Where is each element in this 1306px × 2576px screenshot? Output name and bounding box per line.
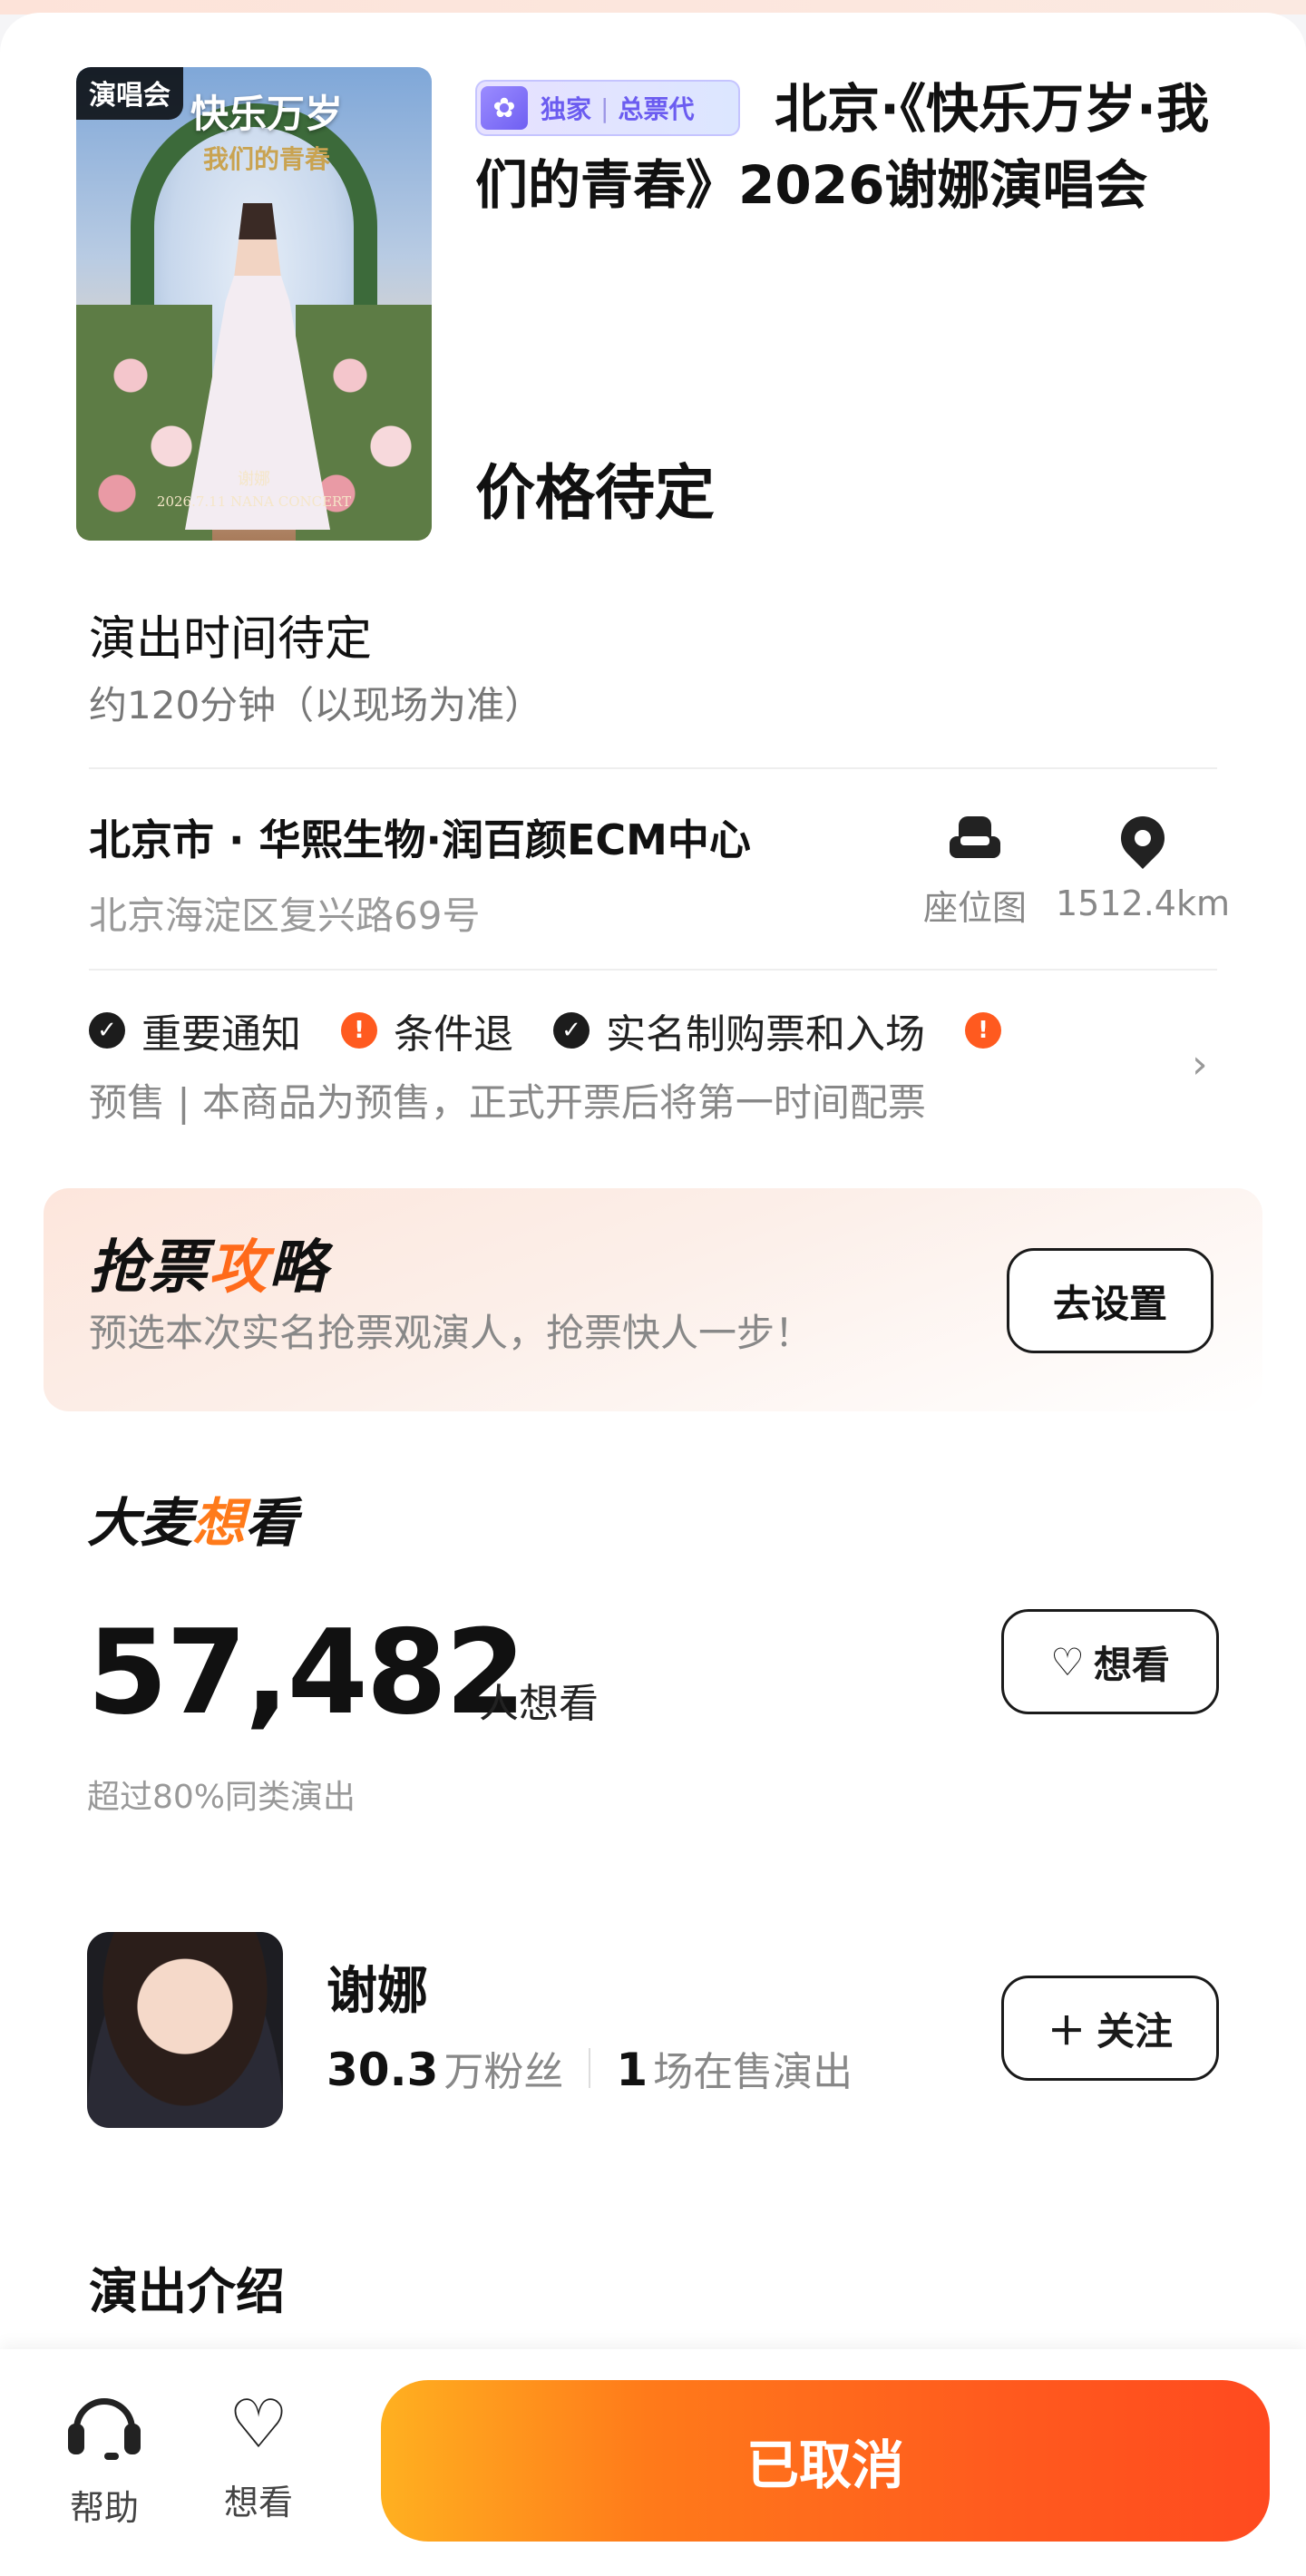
warning-circle-icon: !	[341, 1012, 377, 1049]
show-duration: 约120分钟（以现场为准）	[89, 683, 543, 727]
want-logo-highlight: 想	[192, 1492, 246, 1554]
distance-label: 1512.4km	[1056, 883, 1230, 923]
guide-title-highlight: 攻	[209, 1234, 268, 1302]
help-button[interactable]: 帮助	[54, 2398, 154, 2530]
go-settings-button[interactable]: 去设置	[1007, 1248, 1213, 1353]
guide-title-suffix: 略	[268, 1234, 328, 1302]
notice-item-important: ✓ 重要通知	[89, 1001, 301, 1059]
shows-count: 1	[616, 2044, 648, 2096]
warning-circle-icon: !	[965, 1012, 1001, 1049]
poster-artist: 谢娜	[238, 470, 270, 489]
want-note: 超过80%同类演出	[87, 1779, 356, 1816]
venue-address[interactable]: 北京海淀区复兴路69号	[89, 885, 480, 941]
heart-plus-icon: ♡	[1050, 1639, 1085, 1684]
check-circle-icon: ✓	[89, 1012, 125, 1049]
seat-map-label: 座位图	[922, 888, 1027, 928]
notice-row[interactable]: ✓ 重要通知 ! 条件退 ✓ 实名制购票和入场 !	[89, 1005, 1018, 1058]
seat-map-button[interactable]: 座位图	[916, 816, 1034, 930]
help-label: 帮助	[69, 2488, 139, 2528]
notice-item-refund: ! 条件退	[341, 1001, 513, 1059]
exclusive-badge: ✿ 独家 | 总票代	[475, 80, 740, 136]
badge-exclusive-label: 独家	[541, 94, 592, 124]
headset-icon	[68, 2398, 141, 2462]
want-bottom-button[interactable]: ♡ 想看	[209, 2391, 308, 2524]
want-button-label: 想看	[1093, 1642, 1170, 1687]
divider	[89, 969, 1217, 971]
chevron-right-icon[interactable]: ›	[1192, 1041, 1208, 1088]
want-logo: 大麦想看	[87, 1480, 297, 1556]
follow-button[interactable]: ＋ 关注	[1001, 1976, 1219, 2081]
cancelled-button[interactable]: 已取消	[381, 2380, 1270, 2542]
want-count: 57,482	[87, 1605, 526, 1741]
flower-icon: ✿	[481, 86, 528, 130]
artist-name[interactable]: 谢娜	[326, 1950, 428, 2024]
intro-title: 演出介绍	[89, 2263, 285, 2320]
seat-icon	[948, 816, 1002, 865]
badge-agent-label: 总票代	[618, 94, 695, 124]
want-bottom-label: 想看	[223, 2483, 293, 2522]
event-poster[interactable]: 快乐万岁 我们的青春 谢娜 2026.7.11 NANA CONCERT 演唱会	[76, 67, 432, 541]
heart-plus-icon: ♡	[228, 2386, 289, 2464]
map-location-button[interactable]: 1512.4km	[1052, 807, 1233, 923]
category-tag: 演唱会	[76, 67, 183, 120]
price-label: 价格待定	[475, 458, 715, 528]
plus-icon: ＋	[1047, 2008, 1086, 2054]
want-logo-suffix: 看	[245, 1492, 298, 1554]
poster-subtitle: 我们的青春	[202, 144, 330, 174]
ticket-guide-subtitle: 预选本次实名抢票观演人，抢票快人一步！	[89, 1311, 814, 1355]
fans-count: 30.3	[326, 2044, 439, 2096]
fans-label: 万粉丝	[443, 2049, 564, 2095]
poster-date: 2026.7.11 NANA CONCERT	[156, 493, 352, 510]
divider	[89, 767, 1217, 769]
badge-separator: |	[600, 93, 609, 123]
want-button[interactable]: ♡ 想看	[1001, 1609, 1219, 1714]
avatar[interactable]	[87, 1932, 283, 2128]
want-logo-prefix: 大麦	[87, 1492, 193, 1554]
check-circle-icon: ✓	[553, 1012, 590, 1049]
presale-note: 预售 | 本商品为预售，正式开票后将第一时间配票	[89, 1080, 926, 1125]
notice-item-realname: ✓ 实名制购票和入场	[553, 1001, 925, 1059]
ticket-guide-title: 抢票攻略	[89, 1221, 328, 1304]
stats-divider	[589, 2048, 591, 2088]
guide-title-prefix: 抢票	[89, 1234, 209, 1302]
artist-stats: 30.3 万粉丝 1 场在售演出	[326, 2039, 853, 2097]
notice-label: 实名制购票和入场	[606, 1011, 925, 1058]
follow-label: 关注	[1096, 2008, 1174, 2054]
venue-name[interactable]: 北京市 · 华熙生物·润百颜ECM中心	[89, 807, 751, 867]
want-unit: 人想看	[479, 1681, 599, 1727]
shows-label: 场在售演出	[653, 2049, 853, 2095]
show-time: 演出时间待定	[89, 612, 373, 667]
notice-label: 重要通知	[141, 1011, 301, 1058]
location-pin-icon	[1112, 807, 1174, 871]
notice-label: 条件退	[394, 1011, 513, 1058]
